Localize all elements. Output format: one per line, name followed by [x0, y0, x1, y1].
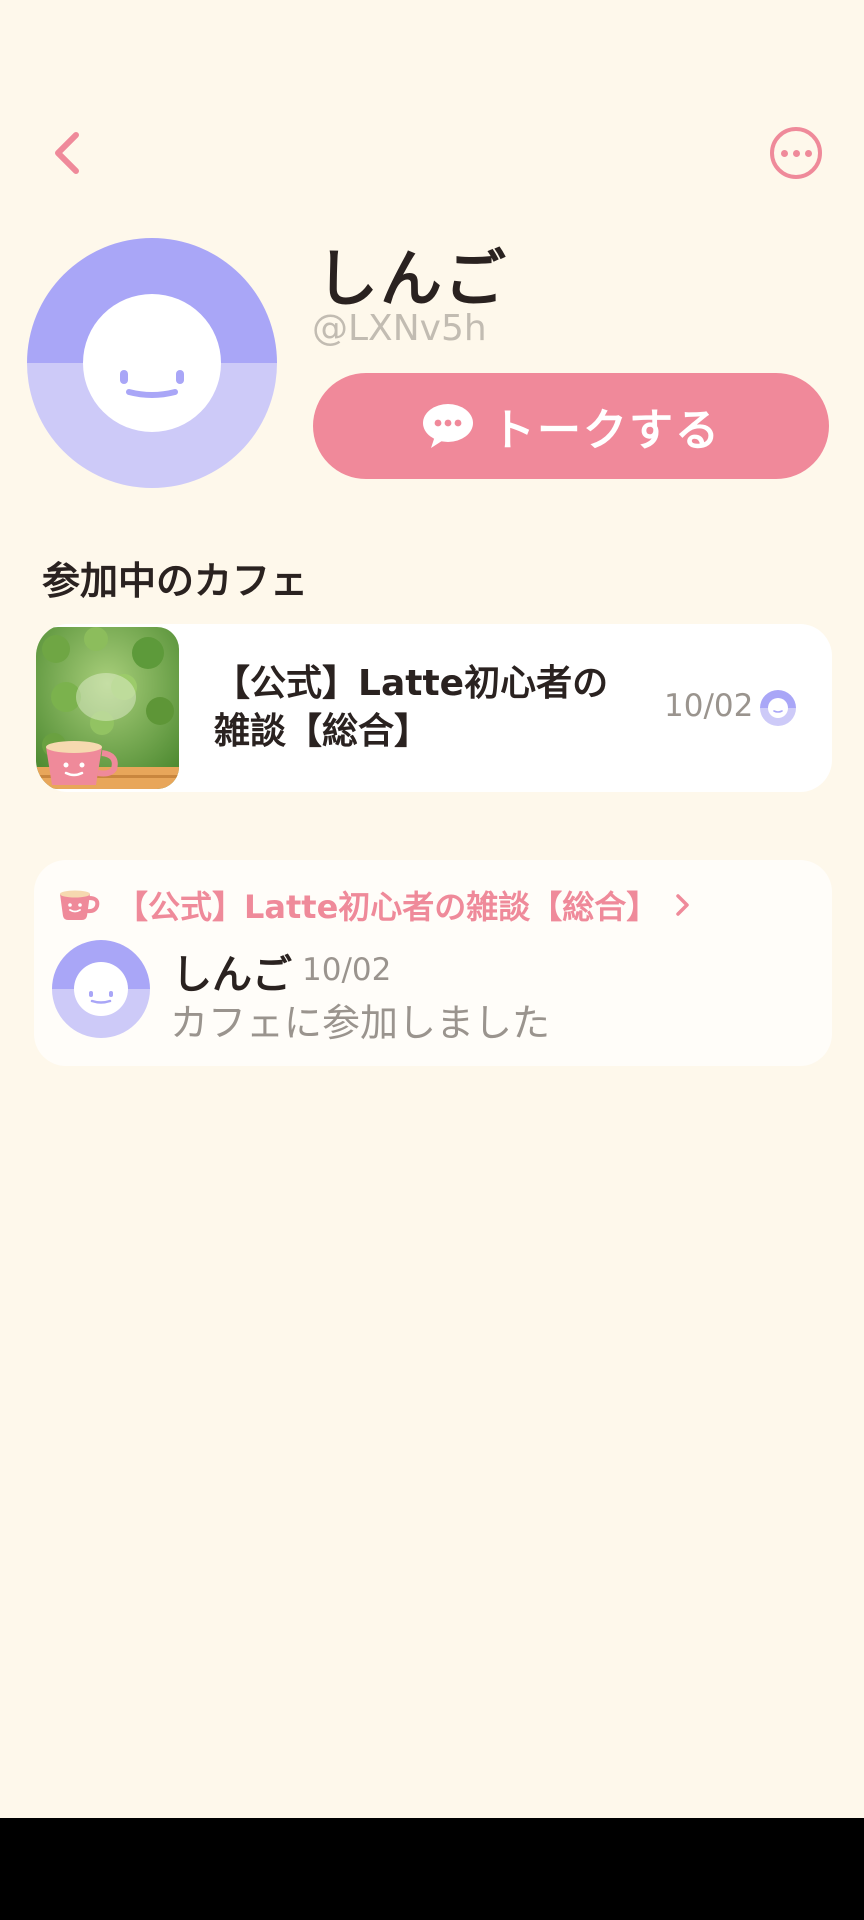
- ellipsis-dot: [792, 149, 800, 157]
- back-button[interactable]: [44, 130, 90, 176]
- activity-user-avatar[interactable]: [52, 940, 150, 1038]
- smiley-avatar-icon: [27, 238, 277, 488]
- cafe-thumbnail: [36, 627, 179, 789]
- profile-avatar: [27, 238, 277, 488]
- smiley-avatar-icon: [52, 940, 150, 1038]
- coffee-cup-icon: [60, 890, 100, 920]
- activity-card[interactable]: 【公式】Latte初心者の雑談【総合】 しんご 10/02 カフェに参加しました: [34, 860, 832, 1066]
- talk-button-label: トークする: [491, 405, 721, 456]
- activity-cafe-name: 【公式】Latte初心者の雑談【総合】: [116, 888, 659, 926]
- cafe-list-item[interactable]: 【公式】Latte初心者の雑談【総合】 10/02: [36, 624, 832, 792]
- system-navigation-bar: [0, 1818, 864, 1920]
- top-bar: [0, 118, 864, 188]
- more-options-button[interactable]: [770, 127, 822, 179]
- activity-date: 10/02: [302, 952, 392, 988]
- cafe-date: 10/02: [664, 688, 754, 724]
- cafe-title: 【公式】Latte初心者の雑談【総合】: [214, 663, 609, 752]
- activity-cafe-link[interactable]: 【公式】Latte初心者の雑談【総合】: [58, 882, 692, 928]
- cafe-member-avatar: [760, 690, 796, 726]
- profile-handle: @LXNv5h: [312, 308, 487, 349]
- profile-name: しんご: [316, 242, 509, 315]
- talk-button[interactable]: トークする: [313, 373, 829, 479]
- chevron-left-icon: [55, 132, 79, 174]
- section-title: 参加中のカフェ: [42, 559, 309, 603]
- ellipsis-dot: [804, 149, 812, 157]
- chevron-right-icon: [676, 894, 690, 916]
- activity-message: カフェに参加しました: [170, 1001, 551, 1045]
- ellipsis-icon: [780, 149, 788, 157]
- chat-bubble-icon: [423, 404, 473, 448]
